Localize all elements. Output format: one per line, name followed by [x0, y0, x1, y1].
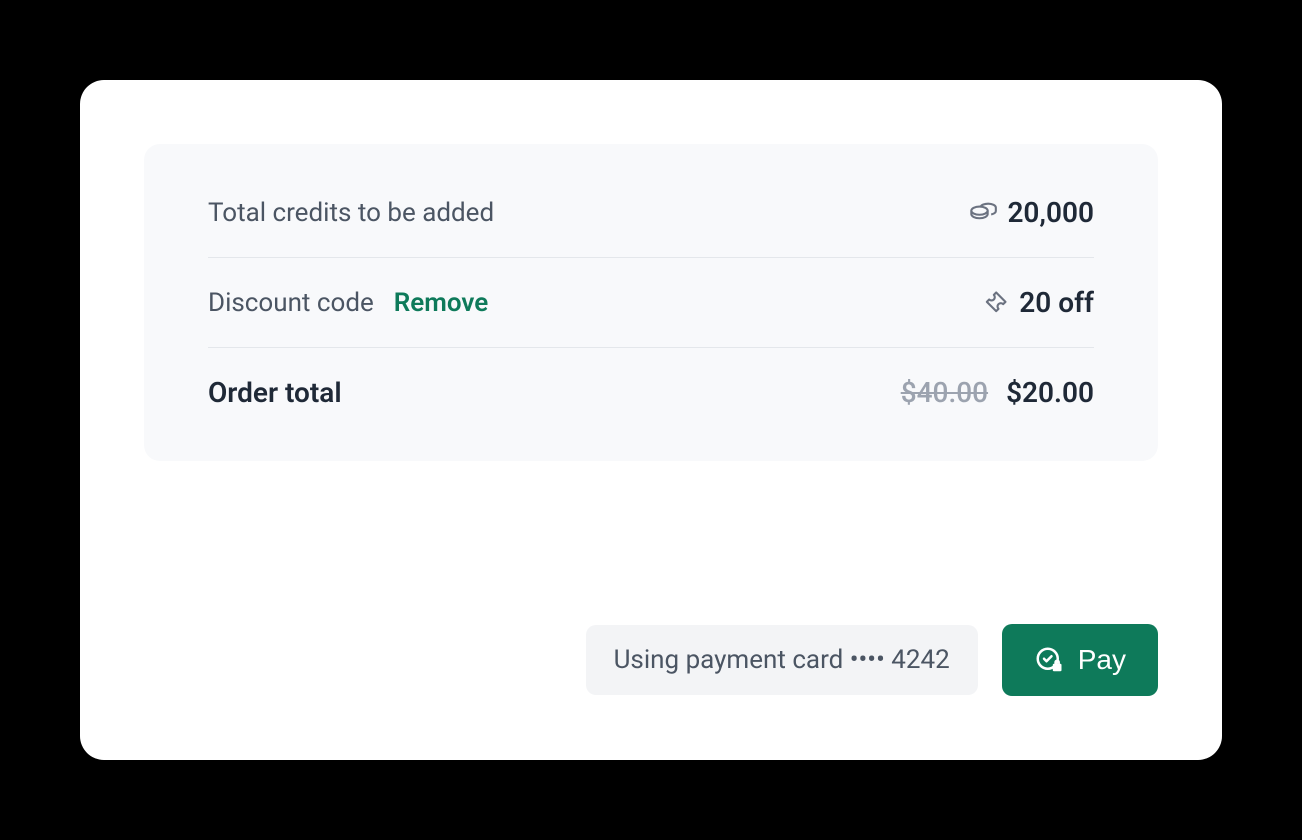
order-summary-panel: Total credits to be added 20,000 Discoun…	[144, 144, 1158, 461]
discount-label: Discount code	[208, 288, 374, 318]
checkout-footer: Using payment card •••• 4242 Pay	[144, 624, 1158, 696]
remove-discount-link[interactable]: Remove	[394, 288, 488, 318]
discount-value: 20 off	[1019, 286, 1094, 319]
final-price: $20.00	[1006, 376, 1094, 409]
credits-row: Total credits to be added 20,000	[208, 192, 1094, 258]
pay-button-label: Pay	[1078, 644, 1126, 676]
original-price: $40.00	[901, 376, 988, 409]
ticket-icon	[981, 289, 1009, 317]
order-total-row: Order total $40.00 $20.00	[208, 348, 1094, 413]
credits-value: 20,000	[1007, 196, 1094, 229]
coins-icon	[969, 199, 997, 227]
checkout-card: Total credits to be added 20,000 Discoun…	[80, 80, 1222, 760]
credits-label: Total credits to be added	[208, 198, 494, 228]
discount-row: Discount code Remove 20 off	[208, 258, 1094, 348]
pay-button[interactable]: Pay	[1002, 624, 1158, 696]
shield-check-icon	[1034, 645, 1064, 675]
payment-card-info[interactable]: Using payment card •••• 4242	[586, 625, 978, 695]
order-total-label: Order total	[208, 376, 342, 409]
